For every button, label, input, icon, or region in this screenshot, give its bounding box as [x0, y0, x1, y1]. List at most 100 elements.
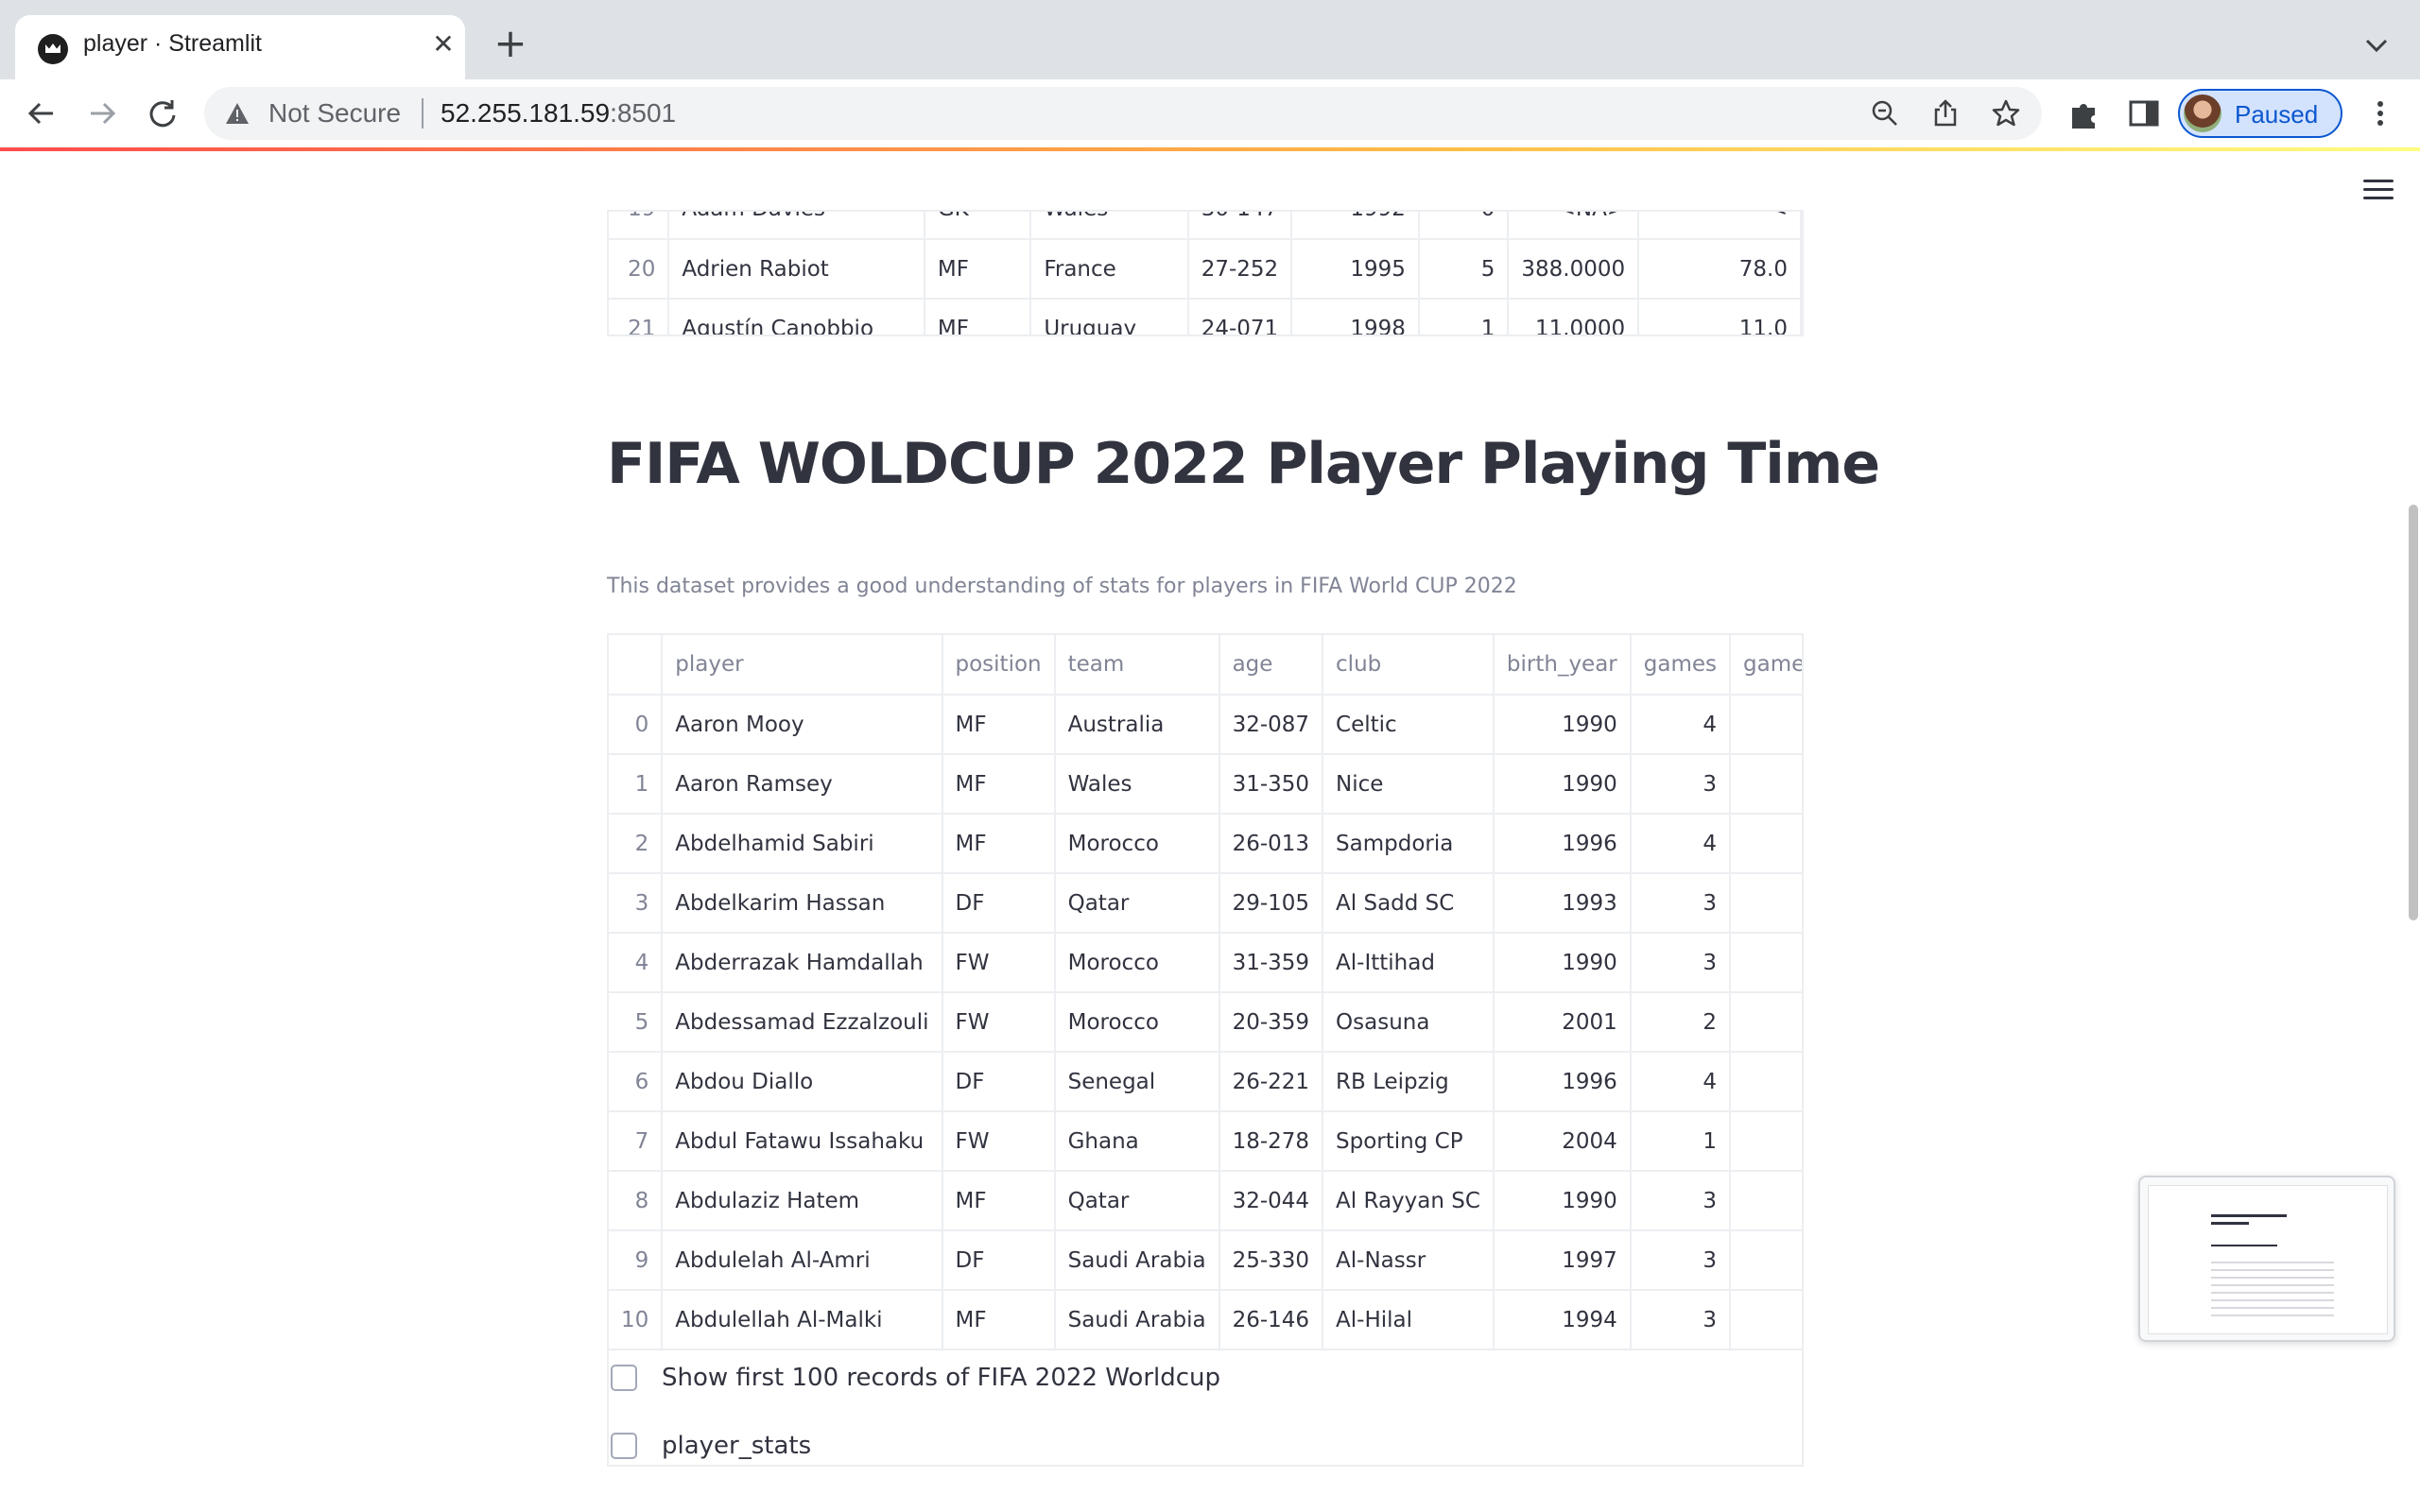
cell-games: 4 — [1630, 695, 1732, 755]
cell-games-starts — [1730, 1052, 1802, 1112]
screenshot-thumbnail[interactable] — [2138, 1176, 2395, 1342]
browser-toolbar: Not Secure 52.255.181.59:8501 Paused — [0, 79, 2420, 147]
row-index: 4 — [609, 933, 664, 993]
table-row[interactable]: 21 Agustín Canobbio MF Uruguay 24-071 1998 1 11… — [609, 299, 1802, 335]
cell-age: 29-105 — [1219, 873, 1324, 934]
row-index: 1 — [609, 754, 664, 815]
table-row[interactable]: 5 Abdessamad Ezzalzouli FW Morocco 20-359 Osa… — [609, 992, 1802, 1053]
row-index: 6 — [609, 1052, 664, 1112]
column-header: club — [1322, 635, 1495, 696]
thumbnail-row — [2211, 1284, 2334, 1286]
cell-team: Morocco — [1054, 814, 1220, 874]
cell-position: MF — [942, 814, 1056, 874]
cell-value: < — [1638, 212, 1802, 240]
cell-games: 3 — [1630, 933, 1732, 993]
table-row[interactable]: 6 Abdou Diallo DF Senegal 26-221 RB Leipzig 19… — [609, 1052, 1802, 1112]
table-row[interactable]: 20 Adrien Rabiot MF France 27-252 1995 5 388.00… — [609, 239, 1802, 300]
tab-search-chevron-icon[interactable] — [2358, 26, 2395, 64]
checkbox-box[interactable] — [611, 1365, 637, 1391]
forward-arrow-icon[interactable] — [79, 91, 125, 136]
cell-team: Uruguay — [1030, 299, 1189, 335]
hamburger-menu-icon[interactable] — [2363, 180, 2394, 202]
cell-games-starts — [1730, 1111, 1802, 1172]
cell-age: 27-252 — [1187, 239, 1293, 300]
checkbox-label[interactable]: player_stats — [662, 1432, 811, 1460]
table-row[interactable]: 0 Aaron Mooy MF Australia 32-087 Celtic 1990 4 — [609, 695, 1802, 755]
table-row[interactable]: 19Adam DaviesGKWales30-14719920<NA>< — [609, 212, 1802, 240]
cell-team: Ghana — [1054, 1111, 1220, 1172]
column-header: player — [662, 635, 943, 696]
table-row[interactable]: 1 Aaron Ramsey MF Wales 31-350 Nice 1990 3 — [609, 754, 1802, 815]
cell-player: Abderrazak Hamdallah — [662, 933, 943, 993]
cell-value: 11.0000 — [1508, 299, 1640, 335]
side-panel-icon[interactable] — [2127, 96, 2161, 130]
close-tab-icon[interactable]: ✕ — [427, 28, 459, 60]
cell-position: DF — [942, 873, 1056, 934]
cell-position: MF — [942, 1171, 1056, 1231]
cell-player: Agustín Canobbio — [668, 299, 925, 335]
row-index: 8 — [609, 1171, 664, 1231]
profile-button[interactable]: Paused — [2178, 89, 2342, 138]
cell-age: 20-359 — [1219, 992, 1324, 1053]
url-host: 52.255.181.59 — [441, 98, 611, 128]
share-icon[interactable] — [1930, 98, 1961, 129]
back-arrow-icon[interactable] — [19, 91, 64, 136]
cell-age: 30-147 — [1187, 212, 1293, 240]
cell-team: Morocco — [1054, 933, 1220, 993]
cell-player: Abdou Diallo — [662, 1052, 943, 1112]
cell-player: Abdessamad Ezzalzouli — [662, 992, 943, 1053]
bookmark-star-icon[interactable] — [1991, 98, 2021, 129]
cell-age: 26-146 — [1219, 1290, 1324, 1350]
url-text[interactable]: 52.255.181.59:8501 — [441, 98, 676, 129]
checkbox-label[interactable]: Show first 100 records of FIFA 2022 Worl… — [662, 1364, 1220, 1392]
tab-strip: player · Streamlit ✕ + — [0, 0, 2420, 79]
address-bar[interactable]: Not Secure 52.255.181.59:8501 — [204, 87, 2042, 140]
page-scrollbar[interactable] — [2409, 505, 2418, 920]
table-row[interactable]: 4 Abderrazak Hamdallah FW Morocco 31-359 Al-I… — [609, 933, 1802, 993]
player-dataframe[interactable]: player position team age club birth_year games… — [607, 633, 1804, 1467]
warning-icon[interactable] — [225, 102, 250, 125]
reload-icon[interactable] — [140, 91, 185, 136]
extensions-puzzle-icon[interactable] — [2066, 96, 2100, 130]
cell-club: Al-Ittihad — [1322, 933, 1495, 993]
checkbox-box[interactable] — [611, 1433, 637, 1459]
cell-age: 32-044 — [1219, 1171, 1324, 1231]
not-secure-label[interactable]: Not Secure — [268, 98, 401, 129]
previous-dataframe[interactable]: 19Adam DaviesGKWales30-14719920<NA><20Ad… — [607, 210, 1804, 336]
cell-club: Al-Nassr — [1322, 1230, 1495, 1291]
checkbox-player-stats[interactable]: player_stats — [607, 1427, 811, 1465]
cell-games-starts — [1730, 992, 1802, 1053]
cell-value: 388.0000 — [1508, 239, 1640, 300]
more-menu-icon[interactable] — [2363, 96, 2397, 130]
cell-age: 31-350 — [1219, 754, 1324, 815]
cell-club: Sporting CP — [1322, 1111, 1495, 1172]
cell-team: France — [1030, 239, 1189, 300]
cell-birth-year: 1990 — [1493, 754, 1632, 815]
table-row[interactable]: 3 Abdelkarim Hassan DF Qatar 29-105 Al Sadd S… — [609, 873, 1802, 934]
table-row[interactable]: 10 Abdulellah Al-Malki MF Saudi Arabia 26-14… — [609, 1290, 1802, 1350]
row-index: 7 — [609, 1111, 664, 1172]
column-header: games — [1630, 635, 1732, 696]
cell-position: FW — [942, 1111, 1056, 1172]
checkbox-show-first-100[interactable]: Show first 100 records of FIFA 2022 Worl… — [607, 1359, 1220, 1397]
cell-birth-year: 1990 — [1493, 695, 1632, 755]
table-row[interactable]: 9 Abdulelah Al-Amri DF Saudi Arabia 25-330 Al… — [609, 1230, 1802, 1291]
table-row[interactable]: 8 Abdulaziz Hatem MF Qatar 32-044 Al Rayyan S… — [609, 1171, 1802, 1231]
table-row[interactable]: 7 Abdul Fatawu Issahaku FW Ghana 18-278 Sport… — [609, 1111, 1802, 1172]
cell-games: 1 — [1630, 1111, 1732, 1172]
cell-birth-year: 2004 — [1493, 1111, 1632, 1172]
thumbnail-title-line — [2211, 1214, 2287, 1217]
cell-player: Aaron Ramsey — [662, 754, 943, 815]
table-row[interactable]: 2 Abdelhamid Sabiri MF Morocco 26-013 Sampdor… — [609, 814, 1802, 874]
zoom-icon[interactable] — [1870, 98, 1900, 129]
cell-birth-year: 1998 — [1291, 299, 1420, 335]
cell-player: Abdulellah Al-Malki — [662, 1290, 943, 1350]
new-tab-icon[interactable]: + — [492, 24, 529, 63]
column-header: age — [1219, 635, 1324, 696]
cell-birth-year: 1990 — [1493, 933, 1632, 993]
cell-club: Nice — [1322, 754, 1495, 815]
row-index: 5 — [609, 992, 664, 1053]
browser-tab[interactable]: player · Streamlit ✕ — [15, 15, 465, 79]
cell-age: 18-278 — [1219, 1111, 1324, 1172]
cell-player: Abdelhamid Sabiri — [662, 814, 943, 874]
